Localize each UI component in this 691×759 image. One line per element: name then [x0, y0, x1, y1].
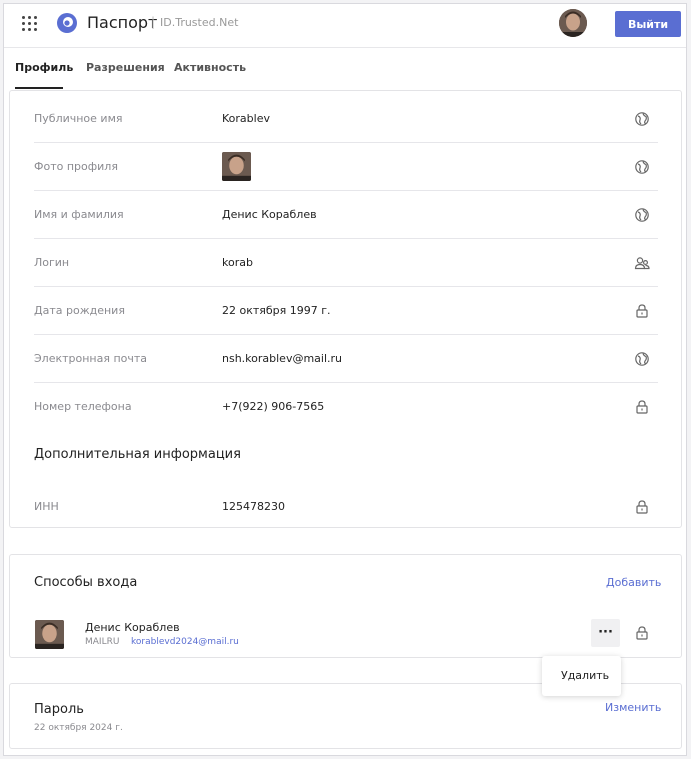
profile-row-phone: Номер телефона +7(922) 906-7565 — [34, 383, 658, 431]
lock-icon[interactable] — [634, 499, 650, 515]
profile-row-photo: Фото профиля — [34, 143, 658, 191]
login-method-menu: Удалить — [542, 656, 621, 696]
row-value: 125478230 — [222, 500, 285, 513]
row-label: ИНН — [34, 500, 59, 513]
row-label: Логин — [34, 256, 70, 269]
profile-row-login: Логин korab — [34, 239, 658, 287]
tab-bar: Профиль Разрешения Активность — [4, 49, 686, 89]
profile-row-inn: ИНН 125478230 — [34, 483, 658, 531]
row-label: Публичное имя — [34, 112, 123, 125]
apps-grid-icon[interactable] — [22, 16, 38, 32]
login-method-name: Денис Кораблев — [85, 621, 180, 634]
trusted-logo-icon — [56, 12, 78, 34]
lock-icon[interactable] — [634, 399, 650, 415]
change-password-link[interactable]: Изменить — [605, 701, 661, 714]
profile-row-birthdate: Дата рождения 22 октября 1997 г. — [34, 287, 658, 335]
logout-button[interactable]: Выйти — [615, 11, 681, 37]
profile-row-full-name: Имя и фамилия Денис Кораблев — [34, 191, 658, 239]
tab-activity[interactable]: Активность — [174, 61, 246, 74]
title-separator: | — [151, 15, 156, 29]
profile-row-email: Электронная почта nsh.korablev@mail.ru — [34, 335, 658, 383]
row-value: Денис Кораблев — [222, 208, 317, 221]
profile-row-public-name: Публичное имя Korablev — [34, 95, 658, 143]
globe-icon[interactable] — [634, 159, 650, 175]
login-methods-title: Способы входа — [34, 575, 138, 590]
login-methods-card: Способы входа Добавить Денис Кораблев MA… — [9, 554, 682, 658]
row-value: nsh.korablev@mail.ru — [222, 352, 343, 365]
app-title: Паспорт — [87, 13, 158, 32]
login-method-provider: MAILRU — [85, 637, 120, 647]
top-bar: Паспорт | ID.Trusted.Net Выйти — [4, 4, 686, 48]
profile-card: Публичное имя Korablev Фото профиля Имя … — [9, 90, 682, 528]
row-value: Korablev — [222, 112, 270, 125]
row-value: 22 октября 1997 г. — [222, 304, 331, 317]
add-login-method-link[interactable]: Добавить — [606, 576, 661, 589]
delete-menu-item[interactable]: Удалить — [561, 669, 609, 682]
row-label: Дата рождения — [34, 304, 125, 317]
row-value: +7(922) 906-7565 — [222, 400, 325, 413]
row-label: Электронная почта — [34, 352, 148, 365]
tab-permissions[interactable]: Разрешения — [86, 61, 165, 74]
globe-icon[interactable] — [634, 111, 650, 127]
lock-icon[interactable] — [634, 625, 650, 641]
password-date: 22 октября 2024 г. — [34, 723, 123, 733]
login-method-email[interactable]: korablevd2024@mail.ru — [131, 637, 239, 647]
password-title: Пароль — [34, 702, 84, 717]
more-options-button[interactable]: ··· — [591, 619, 620, 647]
login-method-avatar — [35, 620, 64, 649]
row-value: korab — [222, 256, 253, 269]
profile-photo[interactable] — [222, 152, 251, 181]
app-window: Паспорт | ID.Trusted.Net Выйти Профиль Р… — [3, 3, 687, 756]
users-icon[interactable] — [634, 255, 650, 271]
active-tab-indicator — [15, 87, 63, 89]
row-label: Номер телефона — [34, 400, 132, 413]
app-subtitle: ID.Trusted.Net — [160, 16, 239, 29]
globe-icon[interactable] — [634, 351, 650, 367]
user-avatar[interactable] — [559, 9, 587, 37]
globe-icon[interactable] — [634, 207, 650, 223]
row-label: Фото профиля — [34, 160, 118, 173]
lock-icon[interactable] — [634, 303, 650, 319]
tab-profile[interactable]: Профиль — [15, 61, 73, 74]
row-label: Имя и фамилия — [34, 208, 124, 221]
additional-info-title: Дополнительная информация — [34, 447, 241, 462]
